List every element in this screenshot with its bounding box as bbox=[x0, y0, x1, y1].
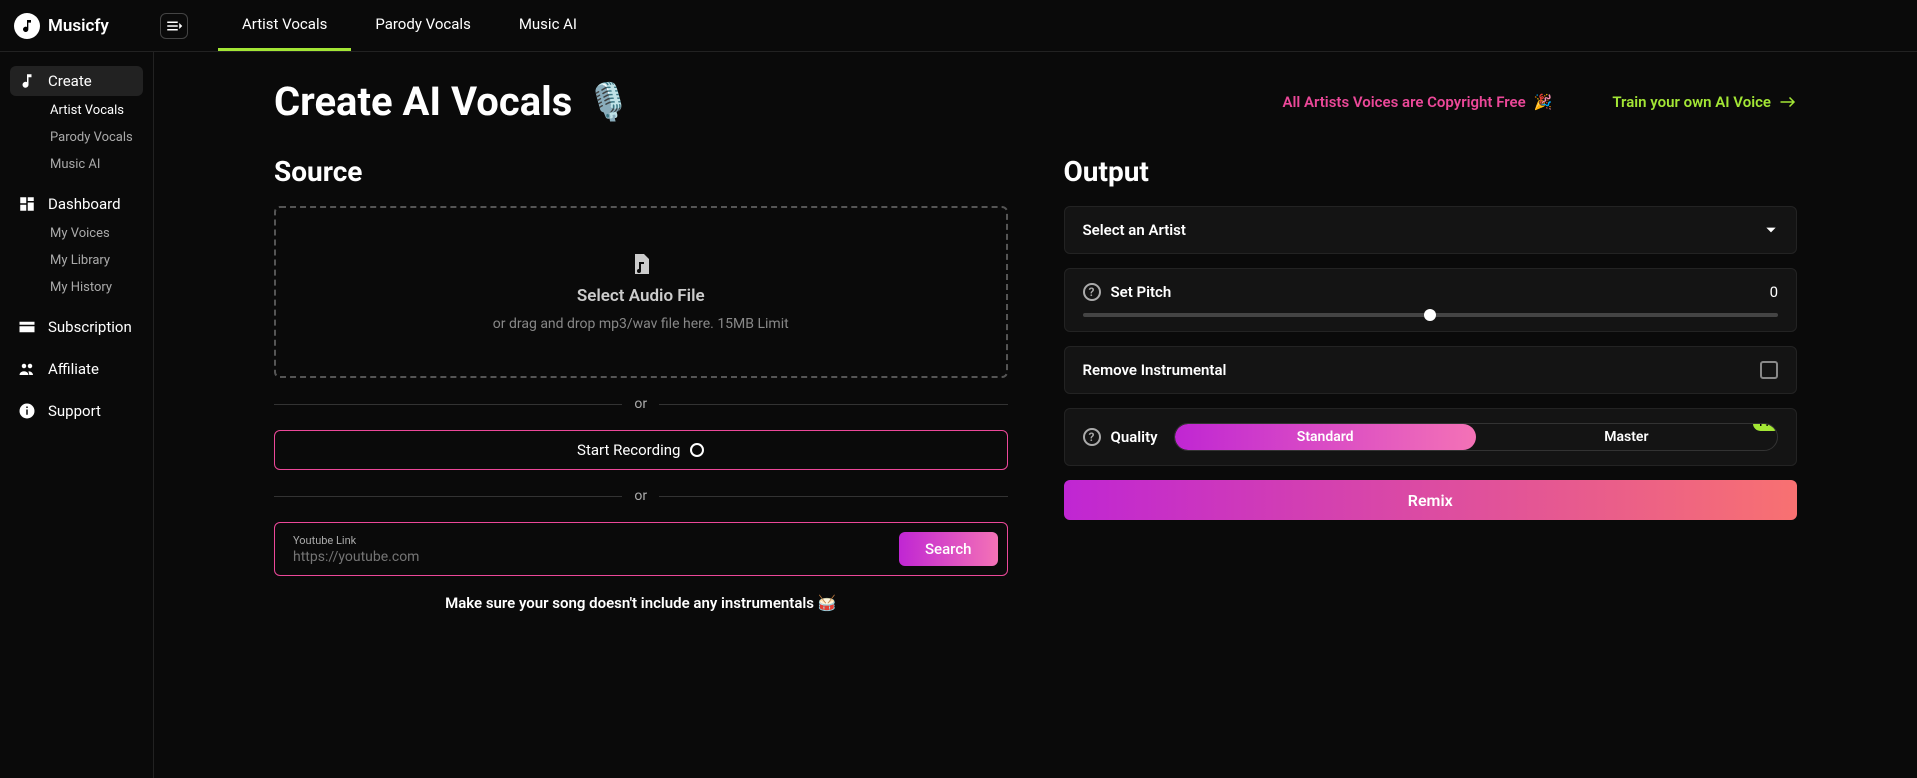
source-title: Source bbox=[274, 155, 1008, 188]
sidebar-sub-my-voices[interactable]: My Voices bbox=[10, 221, 143, 246]
sidebar-item-dashboard[interactable]: Dashboard bbox=[10, 189, 143, 219]
pro-badge: Pro bbox=[1753, 423, 1778, 431]
logo[interactable]: Musicfy bbox=[14, 13, 154, 39]
sidebar-item-label: Support bbox=[48, 402, 101, 420]
remove-instrumental-checkbox[interactable] bbox=[1760, 361, 1778, 379]
chevron-down-icon bbox=[1764, 223, 1778, 237]
pitch-slider-thumb[interactable] bbox=[1424, 309, 1436, 321]
or-divider-2: or bbox=[274, 488, 1008, 504]
dropzone-title: Select Audio File bbox=[577, 286, 705, 306]
audio-dropzone[interactable]: Select Audio File or drag and drop mp3/w… bbox=[274, 206, 1008, 378]
output-title: Output bbox=[1064, 155, 1798, 188]
tab-music-ai[interactable]: Music AI bbox=[495, 0, 601, 51]
sidebar-item-create[interactable]: Create bbox=[10, 66, 143, 96]
main-content: Create AI Vocals 🎙️ All Artists Voices a… bbox=[154, 52, 1917, 778]
remix-button[interactable]: Remix bbox=[1064, 480, 1798, 520]
sidebar-item-subscription[interactable]: Subscription bbox=[10, 312, 143, 342]
sidebar-item-label: Affiliate bbox=[48, 360, 99, 378]
select-artist-label: Select an Artist bbox=[1083, 221, 1186, 239]
help-icon[interactable]: ? bbox=[1083, 428, 1101, 446]
tab-parody-vocals[interactable]: Parody Vocals bbox=[351, 0, 494, 51]
output-column: Output Select an Artist ? Set Pitch 0 bbox=[1064, 155, 1798, 612]
quality-master-option[interactable]: Master bbox=[1476, 424, 1777, 450]
arrow-right-icon bbox=[1779, 95, 1797, 109]
sidebar-item-support[interactable]: Support bbox=[10, 396, 143, 426]
record-label: Start Recording bbox=[577, 441, 680, 459]
youtube-link-box: Youtube Link Search bbox=[274, 522, 1008, 576]
instrumental-warning: Make sure your song doesn't include any … bbox=[274, 594, 1008, 612]
start-recording-button[interactable]: Start Recording bbox=[274, 430, 1008, 470]
dashboard-icon bbox=[18, 195, 36, 213]
or-text-2: or bbox=[634, 488, 647, 504]
sidebar-sub-my-library[interactable]: My Library bbox=[10, 248, 143, 273]
microphone-icon: 🎙️ bbox=[586, 81, 631, 123]
sidebar-toggle-button[interactable] bbox=[160, 13, 188, 39]
header-links: All Artists Voices are Copyright Free 🎉 … bbox=[1282, 93, 1797, 111]
copyright-free-link[interactable]: All Artists Voices are Copyright Free 🎉 bbox=[1282, 93, 1552, 111]
set-pitch-card: ? Set Pitch 0 bbox=[1064, 268, 1798, 332]
top-bar: Musicfy Artist Vocals Parody Vocals Musi… bbox=[0, 0, 1917, 52]
quality-card: ? Quality Standard Master Pro bbox=[1064, 408, 1798, 466]
music-note-icon bbox=[18, 72, 36, 90]
pitch-slider[interactable] bbox=[1083, 313, 1779, 317]
quality-standard-option[interactable]: Standard bbox=[1175, 424, 1476, 450]
train-voice-text: Train your own AI Voice bbox=[1612, 93, 1771, 111]
sidebar-sub-my-history[interactable]: My History bbox=[10, 275, 143, 300]
train-voice-link[interactable]: Train your own AI Voice bbox=[1612, 93, 1797, 111]
sidebar-item-label: Subscription bbox=[48, 318, 132, 336]
sidebar: Create Artist Vocals Parody Vocals Music… bbox=[0, 52, 154, 778]
or-divider: or bbox=[274, 396, 1008, 412]
card-icon bbox=[18, 318, 36, 336]
source-column: Source Select Audio File or drag and dro… bbox=[274, 155, 1008, 612]
sidebar-sub-parody-vocals[interactable]: Parody Vocals bbox=[10, 125, 143, 150]
quality-toggle: Standard Master Pro bbox=[1174, 423, 1778, 451]
file-audio-icon bbox=[629, 252, 653, 276]
quality-label: Quality bbox=[1111, 428, 1158, 446]
page-title: Create AI Vocals 🎙️ bbox=[274, 78, 631, 125]
sidebar-item-label: Create bbox=[48, 72, 92, 90]
page-header: Create AI Vocals 🎙️ All Artists Voices a… bbox=[274, 78, 1797, 125]
pitch-value: 0 bbox=[1770, 283, 1778, 301]
copyright-free-text: All Artists Voices are Copyright Free bbox=[1282, 93, 1525, 111]
brand-text: Musicfy bbox=[48, 16, 109, 36]
top-tabs: Artist Vocals Parody Vocals Music AI bbox=[218, 0, 601, 51]
remove-instrumental-label: Remove Instrumental bbox=[1083, 361, 1227, 379]
sidebar-item-label: Dashboard bbox=[48, 195, 121, 213]
info-icon bbox=[18, 402, 36, 420]
youtube-link-input[interactable] bbox=[293, 549, 887, 565]
tab-artist-vocals[interactable]: Artist Vocals bbox=[218, 0, 351, 51]
help-icon[interactable]: ? bbox=[1083, 283, 1101, 301]
people-icon bbox=[18, 360, 36, 378]
party-popper-icon: 🎉 bbox=[1534, 93, 1553, 111]
sidebar-sub-artist-vocals[interactable]: Artist Vocals bbox=[10, 98, 143, 123]
search-button[interactable]: Search bbox=[899, 532, 998, 566]
dropzone-subtitle: or drag and drop mp3/wav file here. 15MB… bbox=[493, 316, 789, 332]
or-text: or bbox=[634, 396, 647, 412]
logo-icon bbox=[14, 13, 40, 39]
youtube-label: Youtube Link bbox=[293, 534, 887, 547]
record-icon bbox=[690, 443, 704, 457]
sidebar-item-affiliate[interactable]: Affiliate bbox=[10, 354, 143, 384]
page-title-text: Create AI Vocals bbox=[274, 78, 572, 125]
remove-instrumental-card: Remove Instrumental bbox=[1064, 346, 1798, 394]
select-artist-dropdown[interactable]: Select an Artist bbox=[1064, 206, 1798, 254]
set-pitch-label: Set Pitch bbox=[1111, 283, 1172, 301]
sidebar-sub-music-ai[interactable]: Music AI bbox=[10, 152, 143, 177]
